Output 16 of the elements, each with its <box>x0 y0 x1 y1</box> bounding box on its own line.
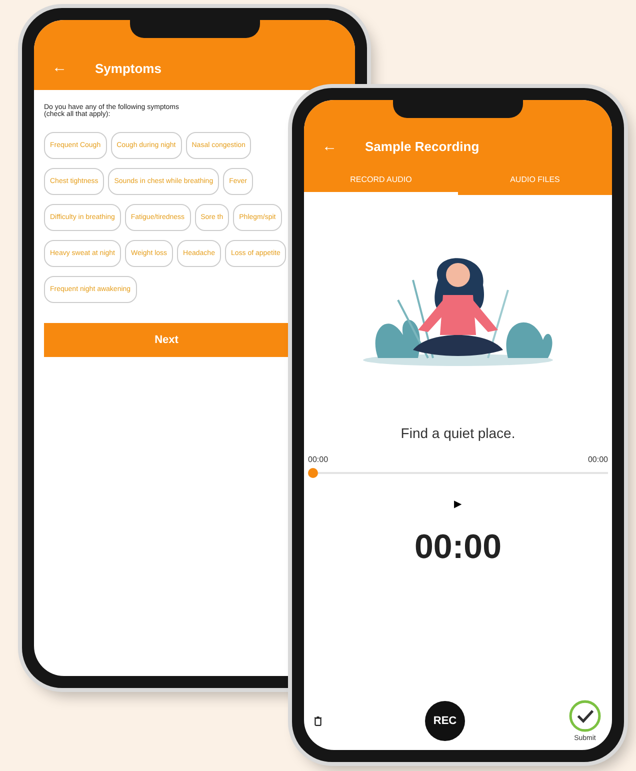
timer-display: 00:00 <box>414 528 502 567</box>
screen-title: Sample Recording <box>365 139 480 154</box>
check-circle-icon[interactable] <box>568 699 602 733</box>
play-button[interactable]: ▶ <box>452 496 464 512</box>
total-time: 00:00 <box>588 455 608 464</box>
progress-thumb[interactable] <box>308 468 318 478</box>
elapsed-time: 00:00 <box>308 455 328 464</box>
record-button[interactable]: REC <box>425 700 465 740</box>
back-button[interactable]: ← <box>322 138 337 155</box>
next-button[interactable]: Next <box>44 323 289 357</box>
instruction-text: Find a quiet place. <box>400 425 516 441</box>
tab[interactable]: RECORD AUDIO <box>304 169 458 195</box>
screen-title: Symptoms <box>95 61 162 76</box>
trash-icon[interactable] <box>314 716 322 726</box>
tab[interactable]: AUDIO FILES <box>458 169 612 195</box>
back-button[interactable]: ← <box>52 59 67 76</box>
